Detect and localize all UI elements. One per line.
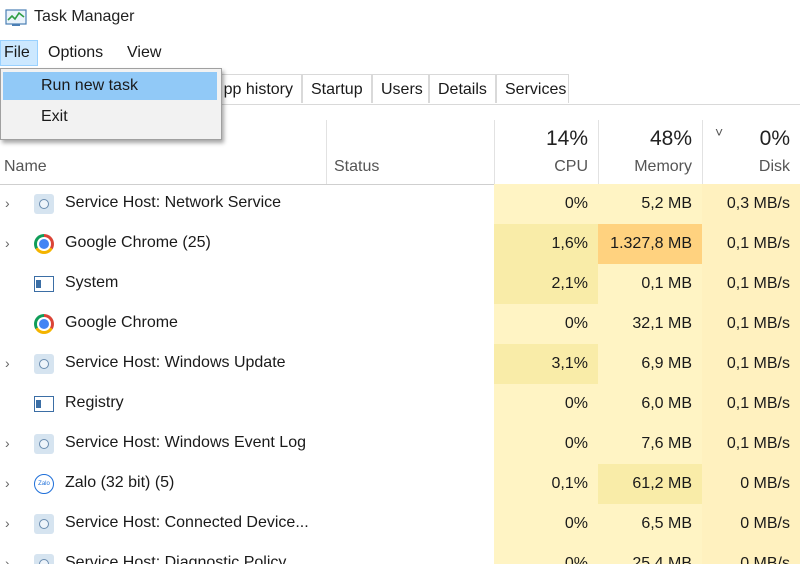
cpu-value: 0,1% [494,464,598,504]
column-status[interactable]: Status [326,120,494,184]
cpu-total: 14% [545,127,588,150]
disk-value: 0,1 MB/s [702,264,800,304]
disk-value: 0,1 MB/s [702,224,800,264]
column-disk[interactable]: ˅ 0% Disk [702,120,800,184]
cpu-value: 3,1% [494,344,598,384]
title-bar: Task Manager [0,0,800,38]
gear-icon [34,554,54,564]
column-cpu[interactable]: 14% CPU [494,120,598,184]
menu-file[interactable]: File [0,40,38,66]
process-name: Service Host: Connected Device... [65,514,309,531]
expand-chevron-icon[interactable]: › [5,475,10,491]
expand-chevron-icon[interactable]: › [5,515,10,531]
process-row[interactable]: System 2,1% 0,1 MB 0,1 MB/s [0,264,800,304]
process-name: Registry [65,394,124,411]
process-list: › Service Host: Network Service 0% 5,2 M… [0,184,800,564]
process-row[interactable]: › Service Host: Connected Device... 0% 6… [0,504,800,544]
menu-item-run-new-task[interactable]: Run new task [3,72,217,100]
disk-value: 0,1 MB/s [702,344,800,384]
gear-icon [34,434,54,454]
zalo-icon: Zalo [34,474,54,494]
cpu-value: 0% [494,184,598,224]
disk-value: 0 MB/s [702,464,800,504]
tab-startup[interactable]: Startup [302,74,372,103]
sort-chevron-icon: ˅ [715,124,724,140]
memory-value: 6,0 MB [598,384,702,424]
process-row[interactable]: Registry 0% 6,0 MB 0,1 MB/s [0,384,800,424]
process-name: Service Host: Windows Event Log [65,434,306,451]
column-memory-label: Memory [634,158,692,175]
process-name: Zalo (32 bit) (5) [65,474,175,491]
menu-bar: File Options View [0,40,800,66]
process-row[interactable]: › Zalo Zalo (32 bit) (5) 0,1% 61,2 MB 0 … [0,464,800,504]
memory-value: 1.327,8 MB [598,224,702,264]
column-memory[interactable]: 48% Memory [598,120,702,184]
process-row[interactable]: › Service Host: Network Service 0% 5,2 M… [0,184,800,224]
menu-view[interactable]: View [121,40,167,66]
gear-icon [34,514,54,534]
menu-options[interactable]: Options [42,40,109,66]
chrome-icon [34,234,54,254]
cpu-value: 0% [494,384,598,424]
window-icon [34,276,54,292]
process-name: Google Chrome (25) [65,234,211,251]
process-name: Service Host: Network Service [65,194,282,211]
cpu-value: 1,6% [494,224,598,264]
column-status-label: Status [334,158,380,175]
memory-value: 7,6 MB [598,424,702,464]
expand-chevron-icon[interactable]: › [5,435,10,451]
column-cpu-label: CPU [554,158,588,175]
tab-services[interactable]: Services [496,74,569,103]
cpu-value: 0% [494,304,598,344]
expand-chevron-icon[interactable]: › [5,235,10,251]
cpu-value: 2,1% [494,264,598,304]
process-row[interactable]: › Google Chrome (25) 1,6% 1.327,8 MB 0,1… [0,224,800,264]
memory-value: 5,2 MB [598,184,702,224]
memory-total: 48% [649,127,692,150]
disk-value: 0,3 MB/s [702,184,800,224]
disk-value: 0,1 MB/s [702,384,800,424]
column-disk-label: Disk [758,158,790,175]
memory-value: 6,5 MB [598,504,702,544]
process-row[interactable]: › Service Host: Diagnostic Policy ... 0%… [0,544,800,564]
window-title: Task Manager [34,8,135,25]
disk-value: 0 MB/s [702,504,800,544]
column-name-label: Name [4,158,47,175]
tab-details[interactable]: Details [429,74,496,103]
disk-total: 0% [759,127,790,150]
tab-users[interactable]: Users [372,74,429,103]
menu-item-exit[interactable]: Exit [3,103,217,131]
process-name: Google Chrome [65,314,178,331]
disk-value: 0,1 MB/s [702,304,800,344]
expand-chevron-icon[interactable]: › [5,195,10,211]
window-icon [34,396,54,412]
memory-value: 0,1 MB [598,264,702,304]
process-name: Service Host: Diagnostic Policy ... [65,554,305,564]
process-row[interactable]: › Service Host: Windows Update 3,1% 6,9 … [0,344,800,384]
process-name: Service Host: Windows Update [65,354,286,371]
expand-chevron-icon[interactable]: › [5,355,10,371]
file-menu-dropdown: Run new task Exit [0,68,222,140]
cpu-value: 0% [494,504,598,544]
disk-value: 0 MB/s [702,544,800,564]
process-name: System [65,274,119,291]
disk-value: 0,1 MB/s [702,424,800,464]
task-manager-icon [5,9,27,26]
gear-icon [34,354,54,374]
memory-value: 32,1 MB [598,304,702,344]
cpu-value: 0% [494,424,598,464]
memory-value: 61,2 MB [598,464,702,504]
chrome-icon [34,314,54,334]
expand-chevron-icon[interactable]: › [5,555,10,564]
process-row[interactable]: Google Chrome 0% 32,1 MB 0,1 MB/s [0,304,800,344]
gear-icon [34,194,54,214]
memory-value: 6,9 MB [598,344,702,384]
cpu-value: 0% [494,544,598,564]
process-row[interactable]: › Service Host: Windows Event Log 0% 7,6… [0,424,800,464]
memory-value: 25,4 MB [598,544,702,564]
